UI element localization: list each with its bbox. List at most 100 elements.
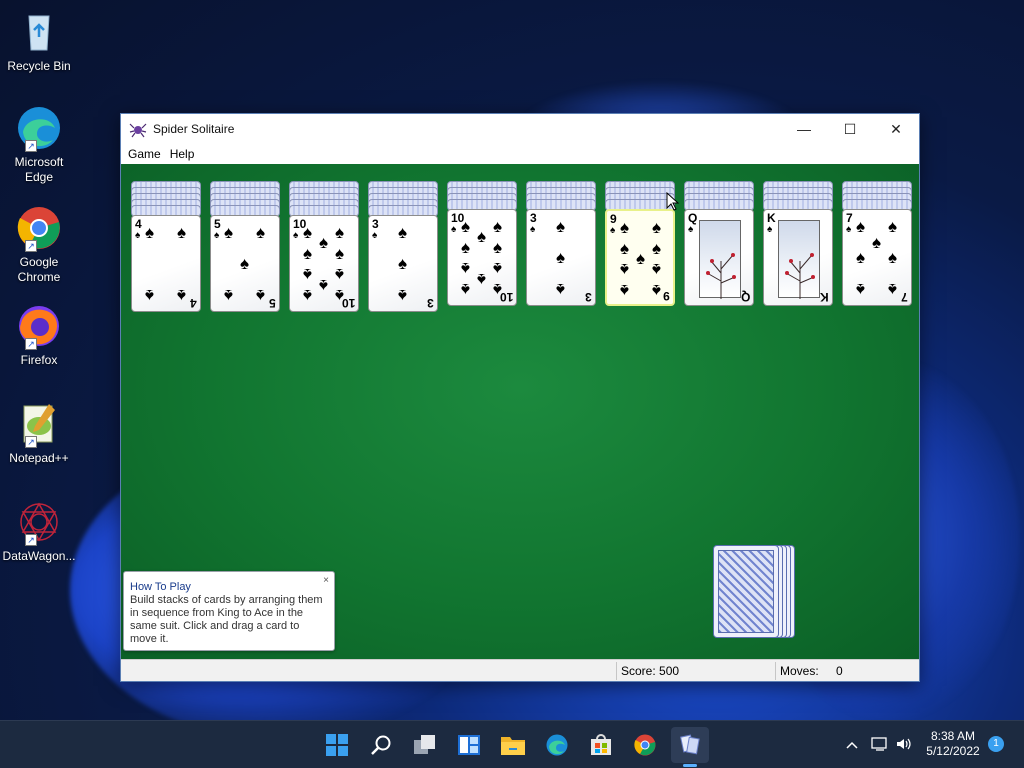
spade-pip-icon: ♠ <box>303 265 313 285</box>
spade-pip-icon: ♠ <box>620 238 630 258</box>
tooltip-close-button[interactable]: × <box>323 574 329 587</box>
tray-overflow-chevron-icon[interactable] <box>843 738 861 752</box>
spade-pip-icon: ♠ <box>856 280 866 300</box>
title-bar[interactable]: Spider Solitaire — ☐ ✕ <box>121 114 919 144</box>
mouse-cursor-icon <box>666 192 680 211</box>
status-bar: Score: 500 Moves: 0 <box>121 659 919 681</box>
spade-pip-icon: ♠ <box>872 232 882 252</box>
spade-suit-icon: ♠ <box>372 230 378 241</box>
stock-pile[interactable] <box>713 545 803 640</box>
face-up-card[interactable]: 9 ♠ 9 ♠ ♠ ♠ ♠ ♠ ♠ ♠ ♠ ♠ <box>605 209 675 306</box>
spade-pip-icon: ♠ <box>335 286 345 306</box>
spade-suit-icon: ♠ <box>530 224 536 235</box>
spade-pip-icon: ♠ <box>556 280 566 300</box>
spade-pip-icon: ♠ <box>652 238 662 258</box>
shortcut-arrow-icon: ↗ <box>25 436 37 448</box>
spade-pip-icon: ♠ <box>461 237 471 257</box>
shortcut-arrow-icon: ↗ <box>25 338 37 350</box>
face-up-card[interactable]: 4 ♠ 4 ♠ ♠ ♠ ♠ <box>131 215 201 312</box>
network-icon[interactable] <box>871 736 889 755</box>
datawagon-icon: ↗ <box>15 498 63 546</box>
spade-suit-icon: ♠ <box>135 230 141 241</box>
spider-solitaire-taskbar-button[interactable] <box>671 727 709 767</box>
desktop-icon-label: DataWagon... <box>2 549 76 563</box>
shortcut-arrow-icon: ↗ <box>25 534 37 546</box>
spade-pip-icon: ♠ <box>256 286 266 306</box>
edge-icon[interactable] <box>541 729 573 761</box>
spade-pip-icon: ♠ <box>303 286 313 306</box>
spade-pip-icon: ♠ <box>224 222 234 242</box>
search-icon[interactable] <box>365 729 397 761</box>
maximize-button[interactable]: ☐ <box>827 114 873 144</box>
tooltip-title: How To Play <box>130 581 191 593</box>
spade-pip-icon: ♠ <box>256 222 266 242</box>
spider-solitaire-window: Spider Solitaire — ☐ ✕ Game Help 4 ♠ 4 ♠ ♠ ♠ ♠… <box>120 113 920 682</box>
start-icon[interactable] <box>321 729 353 761</box>
menu-game[interactable]: Game <box>125 147 167 161</box>
spade-pip-icon: ♠ <box>461 259 471 279</box>
spade-suit-icon: ♠ <box>846 224 852 235</box>
desktop-icon-label: Recycle Bin <box>7 59 71 73</box>
moves-label: Moves: <box>780 664 819 678</box>
spade-pip-icon: ♠ <box>177 286 187 306</box>
how-to-play-tooltip: × How To Play Build stacks of cards by a… <box>123 571 335 651</box>
spade-pip-icon: ♠ <box>477 227 487 247</box>
spade-pip-icon: ♠ <box>856 248 866 268</box>
spade-pip-icon: ♠ <box>620 281 630 301</box>
spade-pip-icon: ♠ <box>398 286 408 306</box>
spade-pip-icon: ♠ <box>620 217 630 237</box>
face-up-card[interactable]: 7 ♠ 7 ♠ ♠ ♠ ♠ ♠ ♠ ♠ <box>842 209 912 306</box>
menu-help[interactable]: Help <box>167 147 201 161</box>
spade-pip-icon: ♠ <box>493 216 503 236</box>
face-up-card[interactable]: 10 ♠ 10 ♠ ♠ ♠ ♠ ♠ ♠ ♠ ♠ ♠ ♠ <box>447 209 517 306</box>
spade-pip-icon: ♠ <box>888 216 898 236</box>
spade-pip-icon: ♠ <box>335 265 345 285</box>
edge-icon: ↗ <box>15 104 63 152</box>
spade-pip-icon: ♠ <box>303 243 313 263</box>
close-button[interactable]: ✕ <box>873 114 919 144</box>
card-rank: 9 <box>610 212 617 226</box>
desktop-icon-firefox[interactable]: ↗ Firefox <box>2 302 76 368</box>
widgets-icon[interactable] <box>453 729 485 761</box>
card-rank: Q <box>688 211 698 225</box>
card-rank: 3 <box>530 211 537 225</box>
desktop-icon-notepad-plus-plus[interactable]: ↗ Notepad++ <box>2 400 76 466</box>
face-up-card[interactable]: Q ♠ Q <box>684 209 754 306</box>
status-separator <box>616 662 617 680</box>
score-value: 500 <box>659 664 680 678</box>
face-up-card[interactable]: K ♠ K <box>763 209 833 306</box>
spade-suit-icon: ♠ <box>293 230 299 241</box>
window-title: Spider Solitaire <box>153 122 235 136</box>
desktop-icon-label: Firefox <box>20 353 58 367</box>
queen-artwork <box>699 220 741 299</box>
desktop-icon-datawagon[interactable]: ↗ DataWagon... <box>2 498 76 564</box>
spade-pip-icon: ♠ <box>335 222 345 242</box>
volume-icon[interactable] <box>895 736 913 755</box>
clock[interactable]: 8:38 AM 5/12/2022 <box>920 729 986 759</box>
face-up-card[interactable]: 5 ♠ 5 ♠ ♠ ♠ ♠ ♠ <box>210 215 280 312</box>
card-rank: 3 <box>372 217 379 231</box>
stock-card <box>713 545 779 638</box>
spade-pip-icon: ♠ <box>398 222 408 242</box>
face-up-card[interactable]: 10 ♠ 10 ♠ ♠ ♠ ♠ ♠ ♠ ♠ ♠ ♠ ♠ <box>289 215 359 312</box>
game-felt[interactable]: 4 ♠ 4 ♠ ♠ ♠ ♠ 5 ♠ 5 ♠ ♠ ♠ ♠ ♠ 10 ♠ 10 ♠ ♠ ♠ ♠ ♠ ♠ ♠ ♠ ♠ ♠ 3 ♠ 3 ♠ ♠ ♠ 10 ♠ 1… <box>121 164 919 659</box>
face-up-card[interactable]: 3 ♠ 3 ♠ ♠ ♠ <box>368 215 438 312</box>
desktop-icon-recycle-bin[interactable]: Recycle Bin <box>2 8 76 74</box>
face-up-card[interactable]: 3 ♠ 3 ♠ ♠ ♠ <box>526 209 596 306</box>
chrome-icon[interactable] <box>629 729 661 761</box>
notification-badge[interactable]: 1 <box>988 736 1004 752</box>
spade-pip-icon: ♠ <box>493 237 503 257</box>
desktop-icon-edge[interactable]: ↗ Microsoft Edge <box>2 104 76 185</box>
task-view-icon[interactable] <box>409 729 441 761</box>
card-rank: 7 <box>846 211 853 225</box>
minimize-button[interactable]: — <box>781 114 827 144</box>
active-indicator <box>683 764 697 767</box>
spade-pip-icon: ♠ <box>888 280 898 300</box>
card-rank: 5 <box>214 217 221 231</box>
shortcut-arrow-icon: ↗ <box>25 140 37 152</box>
file-explorer-icon[interactable] <box>497 729 529 761</box>
store-icon[interactable] <box>585 729 617 761</box>
desktop-icon-label: Microsoft Edge <box>14 155 64 184</box>
desktop-icon-chrome[interactable]: ↗ Google Chrome <box>2 204 76 285</box>
spade-pip-icon: ♠ <box>398 254 408 274</box>
